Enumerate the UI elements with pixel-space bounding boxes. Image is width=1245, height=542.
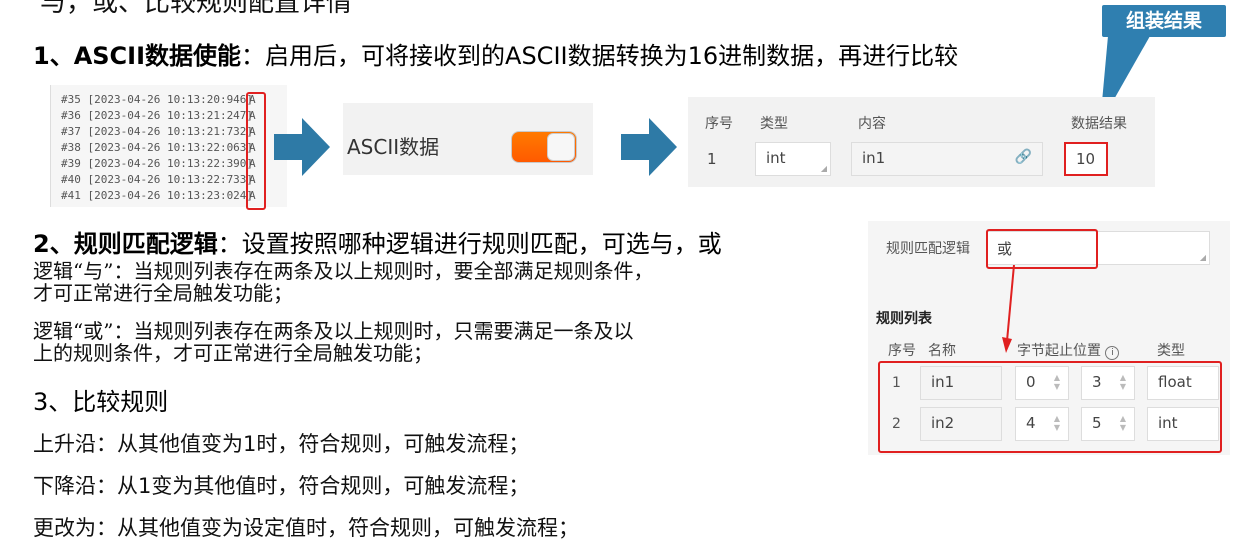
- row-index: 1: [707, 150, 717, 168]
- content-value: in1: [862, 149, 886, 167]
- col-result-header: 数据结果: [1071, 116, 1127, 132]
- log-line: #37 [2023-04-26 10:13:21:732]: [61, 125, 254, 138]
- col-content-header: 内容: [858, 116, 886, 132]
- section2-text: ：设置按照哪种逻辑进行规则匹配，可选与，或: [217, 230, 722, 258]
- info-icon[interactable]: i: [1105, 346, 1120, 360]
- rule-col-name: 名称: [928, 343, 956, 359]
- rule-rows-highlight: [878, 361, 1222, 453]
- rise-edge-desc: 上升沿：从其他值变为1时，符合规则，可触发流程；: [33, 432, 530, 456]
- section2-heading: 2、规则匹配逻辑：设置按照哪种逻辑进行规则匹配，可选与，或: [33, 224, 722, 259]
- col-index-header: 序号: [705, 116, 733, 132]
- result-field: 10: [1064, 142, 1108, 176]
- type-value: int: [766, 149, 786, 167]
- log-line: #41 [2023-04-26 10:13:23:024]: [61, 189, 254, 202]
- rule-col-index: 序号: [888, 343, 916, 359]
- log-line: #35 [2023-04-26 10:13:20:946]: [61, 93, 254, 106]
- result-callout: 组装结果: [1102, 5, 1226, 37]
- log-line: #40 [2023-04-26 10:13:22:733]: [61, 173, 254, 186]
- log-line: #39 [2023-04-26 10:13:22:390]: [61, 157, 254, 170]
- rule-list-title: 规则列表: [876, 311, 932, 327]
- section3-title: 3、比较规则: [33, 388, 169, 416]
- rule-col-type: 类型: [1157, 343, 1185, 359]
- section1-title: 1、ASCII数据使能: [33, 42, 242, 70]
- section2-title: 2、规则匹配逻辑: [33, 230, 218, 258]
- type-select[interactable]: int ◢: [755, 142, 831, 176]
- logic-highlight: [986, 229, 1098, 269]
- ascii-label: ASCII数据: [347, 135, 440, 159]
- page-title-cutoff: 与，或、比较规则配置详情: [40, 0, 353, 18]
- col-type-header: 类型: [760, 116, 788, 132]
- change-to-desc: 更改为：从其他值变为设定值时，符合规则，可触发流程；: [33, 516, 579, 540]
- or-desc-line1: 逻辑“或”：当规则列表存在两条及以上规则时，只需要满足一条及以: [33, 319, 634, 343]
- resize-corner-icon: ◢: [820, 164, 827, 173]
- resize-corner-icon: ◢: [1199, 253, 1206, 262]
- section1-text: ：启用后，可将接收到的ASCII数据转换为16进制数据，再进行比较: [241, 42, 959, 70]
- section1-heading: 1、ASCII数据使能：启用后，可将接收到的ASCII数据转换为16进制数据，再…: [33, 36, 958, 71]
- rule-col-range-label: 字节起止位置: [1017, 343, 1101, 359]
- ascii-enable-toggle[interactable]: [511, 131, 577, 163]
- log-line: #36 [2023-04-26 10:13:21:247]: [61, 109, 254, 122]
- result-value: 10: [1076, 150, 1096, 168]
- section3-heading: 3、比较规则: [33, 382, 168, 417]
- content-field[interactable]: in1 🔗: [851, 142, 1043, 176]
- log-value-highlight: [246, 92, 266, 210]
- and-desc-line2: 才可正常进行全局触发功能；: [33, 281, 293, 305]
- rule-col-range: 字节起止位置 i: [1017, 340, 1120, 360]
- log-line: #38 [2023-04-26 10:13:22:063]: [61, 141, 254, 154]
- and-desc-line1: 逻辑“与”：当规则列表存在两条及以上规则时，要全部满足规则条件，: [33, 259, 654, 283]
- fall-edge-desc: 下降沿：从1变为其他值时，符合规则，可触发流程；: [33, 474, 530, 498]
- logic-label: 规则匹配逻辑: [886, 241, 970, 257]
- link-icon[interactable]: 🔗: [1015, 149, 1032, 165]
- or-desc-line2: 上的规则条件，才可正常进行全局触发功能；: [33, 341, 433, 365]
- toggle-knob: [547, 133, 575, 161]
